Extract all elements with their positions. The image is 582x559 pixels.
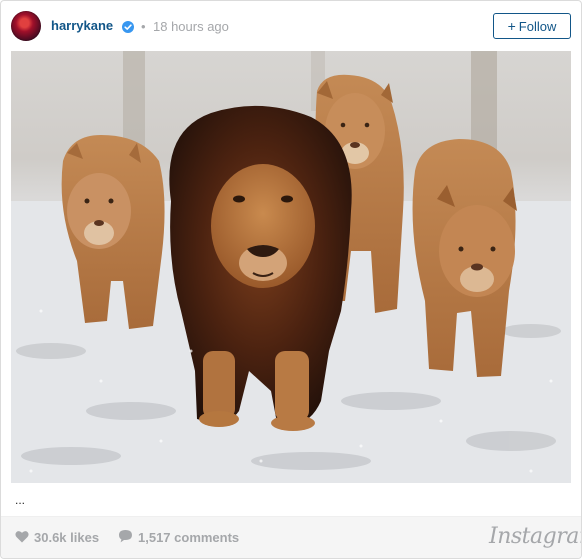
separator-dot: • (141, 19, 146, 34)
comment-bubble-icon[interactable] (118, 529, 133, 543)
likes-count[interactable]: 30.6k likes (34, 530, 99, 545)
username-link[interactable]: harrykane (51, 18, 113, 33)
post-timestamp[interactable]: 18 hours ago (153, 19, 229, 34)
instagram-post-embed: harrykane • 18 hours ago + Follow ... 30… (0, 0, 582, 559)
verified-badge-icon (122, 21, 134, 33)
follow-label: Follow (518, 19, 557, 34)
comments-count[interactable]: 1,517 comments (138, 530, 239, 545)
instagram-logo[interactable]: Instagram (489, 524, 581, 549)
heart-icon[interactable] (15, 530, 29, 543)
plus-icon: + (507, 18, 516, 34)
follow-button[interactable]: + Follow (493, 13, 571, 39)
lions-photo (11, 51, 571, 483)
avatar[interactable] (11, 11, 41, 41)
post-header: harrykane • 18 hours ago + Follow (1, 1, 581, 51)
post-photo[interactable] (11, 51, 571, 483)
post-footer: 30.6k likes 1,517 comments Instagram (1, 516, 581, 558)
post-caption: ... (15, 493, 26, 507)
